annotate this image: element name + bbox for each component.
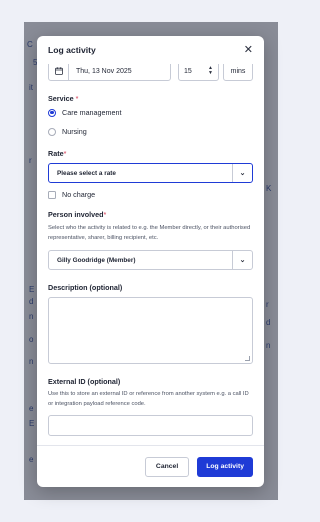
date-field[interactable]: Thu, 13 Nov 2025: [48, 64, 171, 81]
chevron-down-icon[interactable]: ⌄: [232, 164, 252, 182]
stepper-icon[interactable]: ▲ ▼: [208, 66, 213, 76]
modal-footer: Cancel Log activity: [37, 445, 264, 487]
checkbox-icon[interactable]: [48, 190, 56, 199]
date-value: Thu, 13 Nov 2025: [76, 67, 132, 75]
resize-grip-icon[interactable]: [245, 356, 250, 361]
calendar-icon[interactable]: [49, 64, 69, 80]
person-involved-label: Person involved*: [48, 210, 107, 219]
chevron-down-icon[interactable]: ⌄: [232, 251, 252, 269]
close-icon[interactable]: ✕: [244, 44, 253, 56]
background-fragment: it: [29, 83, 33, 92]
service-option-nursing[interactable]: Nursing: [48, 127, 87, 136]
modal-title: Log activity: [48, 45, 96, 55]
person-involved-help: Select who the activity is related to e.…: [48, 225, 251, 241]
no-charge-checkbox[interactable]: No charge: [48, 190, 95, 199]
duration-unit: mins: [223, 64, 253, 81]
cancel-button[interactable]: Cancel: [144, 456, 190, 477]
service-label: Service *: [48, 94, 79, 103]
radio-icon[interactable]: [48, 127, 56, 136]
required-mark: *: [75, 94, 79, 103]
rate-placeholder: Please select a rate: [57, 169, 116, 177]
duration-unit-label: mins: [230, 67, 246, 75]
required-mark: *: [103, 210, 107, 219]
duration-input[interactable]: 15 ▲ ▼: [178, 64, 219, 81]
description-label: Description (optional): [48, 283, 123, 292]
radio-selected-icon[interactable]: [48, 108, 56, 117]
modal-body[interactable]: Thu, 13 Nov 2025 15 ▲ ▼ mins Service * Ca…: [37, 64, 264, 440]
background-fragment: d: [29, 297, 34, 306]
background-fragment: e: [29, 404, 34, 413]
service-option-label: Care management: [62, 108, 122, 117]
external-id-label: External ID (optional): [48, 377, 121, 386]
description-textarea[interactable]: [48, 297, 253, 364]
background-fragment: K: [266, 184, 272, 193]
background-fragment: n: [29, 312, 34, 321]
log-activity-button[interactable]: Log activity: [197, 456, 253, 477]
background-fragment: E: [29, 419, 35, 428]
person-involved-select[interactable]: Gilly Goodridge (Member) ⌄: [48, 250, 253, 270]
log-activity-modal: Log activity ✕ Thu, 13 Nov 2025 15 ▲ ▼ mi…: [37, 36, 264, 487]
background-fragment: r: [29, 156, 32, 165]
rate-label: Rate*: [48, 149, 67, 158]
background-fragment: n: [29, 357, 34, 366]
service-option-care-management[interactable]: Care management: [48, 108, 122, 117]
person-involved-value: Gilly Goodridge (Member): [57, 256, 136, 264]
background-fragment: C: [27, 40, 33, 49]
background-fragment: E: [29, 285, 35, 294]
background-fragment: n: [266, 341, 271, 350]
background-fragment: o: [29, 335, 34, 344]
external-id-input[interactable]: [48, 415, 253, 436]
rate-select[interactable]: Please select a rate ⌄: [48, 163, 253, 183]
service-option-label: Nursing: [62, 127, 87, 136]
duration-value: 15: [184, 67, 192, 75]
background-fragment: r: [266, 300, 269, 309]
modal-header: Log activity ✕: [37, 36, 264, 64]
background-fragment: e: [29, 455, 34, 464]
background-fragment: d: [266, 318, 271, 327]
required-mark: *: [63, 149, 67, 158]
external-id-help: Use this to store an external ID or refe…: [48, 391, 249, 407]
no-charge-label: No charge: [62, 190, 96, 199]
